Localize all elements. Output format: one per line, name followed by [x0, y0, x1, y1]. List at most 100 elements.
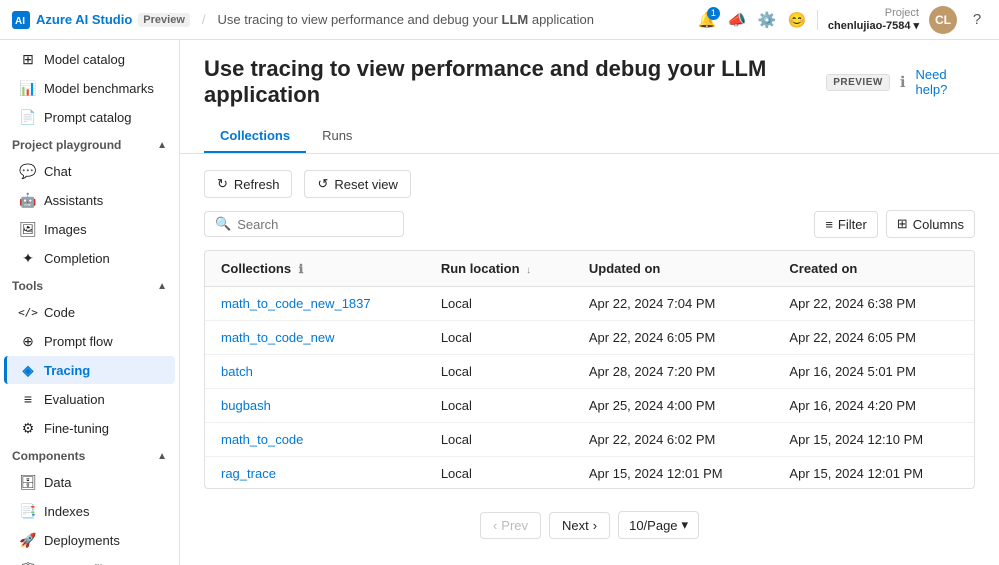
sidebar-item-tracing[interactable]: ◈ Tracing: [4, 356, 175, 384]
cell-collection[interactable]: batch: [205, 355, 425, 389]
cell-created-on: Apr 22, 2024 6:38 PM: [773, 287, 974, 321]
tab-collections[interactable]: Collections: [204, 120, 306, 153]
layout: ⊞ Model catalog 📊 Model benchmarks 📄 Pro…: [0, 40, 999, 565]
components-section-label: Components: [12, 449, 85, 463]
sidebar-item-label: Tracing: [44, 363, 90, 378]
collections-info-icon[interactable]: ℹ: [299, 262, 304, 276]
sidebar-item-label: Code: [44, 305, 75, 320]
svg-text:AI: AI: [15, 16, 25, 27]
sidebar-item-label: Model catalog: [44, 52, 125, 67]
assistants-icon: 🤖: [20, 192, 36, 208]
sidebar-item-chat[interactable]: 💬 Chat: [4, 157, 175, 185]
playground-section-header[interactable]: Project playground ▲: [0, 132, 179, 156]
sidebar-item-model-catalog[interactable]: ⊞ Model catalog: [4, 45, 175, 73]
tab-runs[interactable]: Runs: [306, 120, 368, 153]
sidebar-item-model-benchmarks[interactable]: 📊 Model benchmarks: [4, 74, 175, 102]
col-created-on: Created on: [773, 251, 974, 287]
preview-badge: Preview: [138, 13, 190, 27]
tracing-icon: ◈: [20, 362, 36, 378]
search-filter-row: 🔍 ≡ Filter ⊞ Columns: [204, 210, 975, 238]
sidebar-item-prompt-flow[interactable]: ⊕ Prompt flow: [4, 327, 175, 355]
sidebar-item-data[interactable]: 🗄 Data: [4, 468, 175, 496]
app-logo[interactable]: AI Azure AI Studio Preview: [12, 11, 190, 29]
sidebar-item-prompt-catalog[interactable]: 📄 Prompt catalog: [4, 103, 175, 131]
sidebar-item-label: Prompt catalog: [44, 110, 131, 125]
col-run-location[interactable]: Run location ↓: [425, 251, 573, 287]
cell-collection[interactable]: bugbash: [205, 389, 425, 423]
per-page-label: 10/Page: [629, 518, 677, 533]
sidebar-item-assistants[interactable]: 🤖 Assistants: [4, 186, 175, 214]
sidebar-item-label: Indexes: [44, 504, 90, 519]
per-page-select[interactable]: 10/Page ▾: [618, 511, 699, 539]
sidebar-item-indexes[interactable]: 📑 Indexes: [4, 497, 175, 525]
collections-table: Collections ℹ Run location ↓ Updated on: [204, 250, 975, 489]
cell-created-on: Apr 15, 2024 12:01 PM: [773, 457, 974, 490]
model-benchmarks-icon: 📊: [20, 80, 36, 96]
topbar: AI Azure AI Studio Preview / Use tracing…: [0, 0, 999, 40]
app-name: Azure AI Studio: [36, 12, 132, 27]
help-icon[interactable]: ?: [967, 10, 987, 30]
filter-button[interactable]: ≡ Filter: [814, 211, 877, 238]
chat-icon: 💬: [20, 163, 36, 179]
sidebar-item-deployments[interactable]: 🚀 Deployments: [4, 526, 175, 554]
col-run-location-label: Run location: [441, 261, 520, 276]
cell-collection[interactable]: math_to_code_new: [205, 321, 425, 355]
cell-run-location: Local: [425, 355, 573, 389]
avatar[interactable]: CL: [929, 6, 957, 34]
sidebar-item-fine-tuning[interactable]: ⚙ Fine-tuning: [4, 414, 175, 442]
search-box[interactable]: 🔍: [204, 211, 404, 237]
cell-run-location: Local: [425, 287, 573, 321]
search-input[interactable]: [237, 217, 393, 232]
table-row: bugbash Local Apr 25, 2024 4:00 PM Apr 1…: [205, 389, 974, 423]
settings-icon[interactable]: ⚙️: [757, 10, 777, 30]
table-row: math_to_code_new Local Apr 22, 2024 6:05…: [205, 321, 974, 355]
data-table: Collections ℹ Run location ↓ Updated on: [205, 251, 974, 489]
components-section-header[interactable]: Components ▲: [0, 443, 179, 467]
smiley-icon[interactable]: 😊: [787, 10, 807, 30]
next-label: Next: [562, 518, 589, 533]
info-circle-icon[interactable]: ℹ: [900, 73, 906, 91]
sidebar-item-label: Evaluation: [44, 392, 105, 407]
refresh-button[interactable]: ↻ Refresh: [204, 170, 292, 198]
prev-button[interactable]: ‹ Prev: [480, 512, 541, 539]
need-help-link[interactable]: Need help?: [916, 67, 975, 97]
sidebar-item-evaluation[interactable]: ≡ Evaluation: [4, 385, 175, 413]
columns-label: Columns: [913, 217, 964, 232]
sort-icon: ↓: [526, 265, 531, 276]
cell-updated-on: Apr 25, 2024 4:00 PM: [573, 389, 774, 423]
sidebar-item-code[interactable]: </> Code: [4, 298, 175, 326]
col-updated-on: Updated on: [573, 251, 774, 287]
notification-icon[interactable]: 🔔 1: [697, 10, 717, 30]
reset-view-button[interactable]: ↺ Reset view: [304, 170, 410, 198]
topbar-divider: [817, 10, 818, 30]
cell-collection[interactable]: math_to_code_new_1837: [205, 287, 425, 321]
sidebar-item-label: Assistants: [44, 193, 103, 208]
cell-created-on: Apr 22, 2024 6:05 PM: [773, 321, 974, 355]
playground-section-label: Project playground: [12, 138, 121, 152]
project-name[interactable]: chenlujiao-7584 ▾: [828, 19, 919, 32]
cell-updated-on: Apr 28, 2024 7:20 PM: [573, 355, 774, 389]
cell-updated-on: Apr 22, 2024 6:02 PM: [573, 423, 774, 457]
sidebar-item-label: Prompt flow: [44, 334, 113, 349]
tools-section-header[interactable]: Tools ▲: [0, 273, 179, 297]
cell-collection[interactable]: math_to_code: [205, 423, 425, 457]
sidebar-item-images[interactable]: 🖼 Images: [4, 215, 175, 243]
columns-button[interactable]: ⊞ Columns: [886, 210, 975, 238]
columns-icon: ⊞: [897, 216, 908, 232]
notification-count: 1: [707, 7, 720, 20]
next-button[interactable]: Next ›: [549, 512, 610, 539]
sidebar-item-content-filters[interactable]: 🛡 Content filters: [4, 555, 175, 565]
sidebar-item-label: Images: [44, 222, 87, 237]
reset-view-label: Reset view: [334, 177, 398, 192]
header-row: Collections ℹ Run location ↓ Updated on: [205, 251, 974, 287]
cell-created-on: Apr 15, 2024 12:10 PM: [773, 423, 974, 457]
megaphone-icon[interactable]: 📣: [727, 10, 747, 30]
refresh-icon: ↻: [217, 176, 228, 192]
cell-collection[interactable]: rag_trace: [205, 457, 425, 490]
sidebar-item-label: Data: [44, 475, 71, 490]
sidebar-item-completion[interactable]: ✦ Completion: [4, 244, 175, 272]
breadcrumb: Use tracing to view performance and debu…: [218, 12, 689, 27]
table-row: math_to_code Local Apr 22, 2024 6:02 PM …: [205, 423, 974, 457]
sidebar-item-label: Chat: [44, 164, 71, 179]
cell-updated-on: Apr 15, 2024 12:01 PM: [573, 457, 774, 490]
